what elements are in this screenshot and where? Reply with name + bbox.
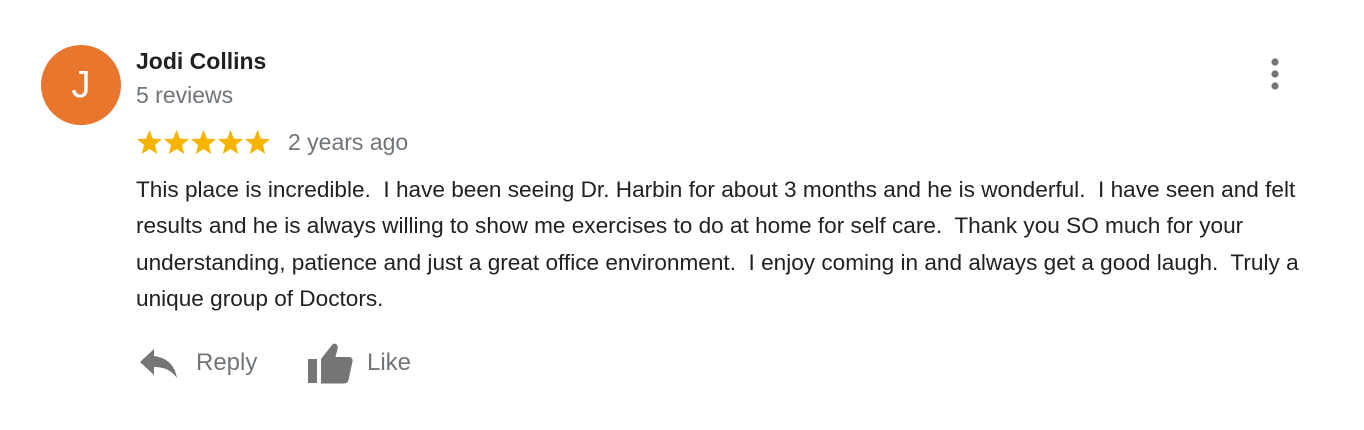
star-icon [137,129,162,154]
thumbs-up-icon [308,343,353,384]
star-icon [218,129,243,154]
star-icon [245,129,270,154]
review-card: J Jodi Collins 5 reviews 2 years ago Thi… [0,0,1364,430]
avatar[interactable]: J [41,45,121,125]
like-button[interactable]: Like [307,338,411,388]
more-vert-icon [1271,58,1279,90]
rating-row: 2 years ago [136,126,408,158]
review-date: 2 years ago [288,129,409,155]
author-name[interactable]: Jodi Collins [136,47,266,75]
reply-button[interactable]: Reply [138,338,257,388]
star-rating [136,126,271,158]
like-label: Like [367,349,412,376]
reply-arrow-icon [140,349,177,378]
star-icon [191,129,216,154]
star-icon [164,129,189,154]
review-text: This place is incredible. I have been se… [136,177,1305,311]
review-count[interactable]: 5 reviews [136,81,233,109]
reply-label: Reply [196,349,258,376]
more-options-button[interactable] [1260,54,1290,94]
avatar-initial: J [71,64,91,106]
